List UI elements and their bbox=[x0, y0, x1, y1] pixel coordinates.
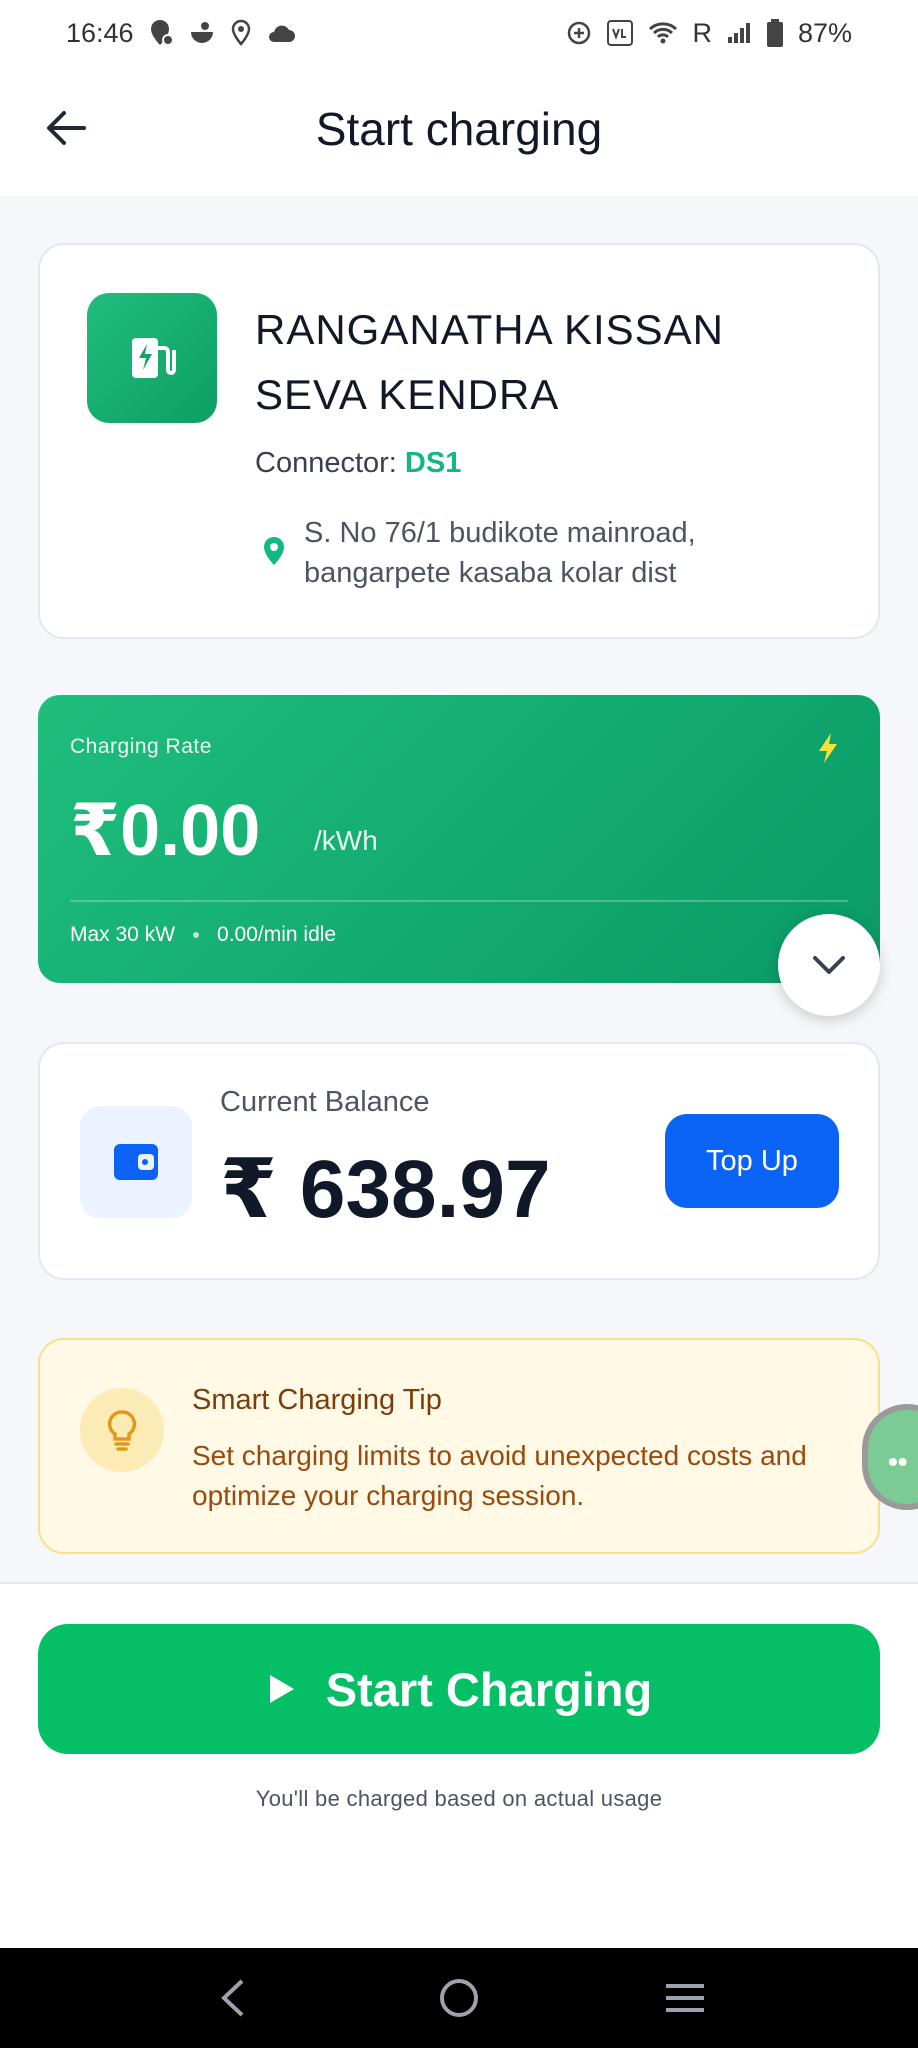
station-name: RANGANATHA KISSAN SEVA KENDRA bbox=[255, 306, 724, 418]
balance-card: Current Balance ₹ 638.97 Top Up bbox=[38, 1042, 880, 1280]
connector-info: Connector: DS1 bbox=[255, 447, 461, 480]
wallet-icon bbox=[80, 1106, 192, 1218]
nav-home-icon bbox=[440, 1979, 478, 2017]
data-saver-icon bbox=[566, 18, 592, 48]
bowl-icon bbox=[188, 18, 216, 48]
battery-icon bbox=[766, 18, 784, 48]
nav-recents-button[interactable] bbox=[645, 1958, 725, 2038]
station-card: RANGANATHA KISSAN SEVA KENDRA Connector:… bbox=[38, 243, 880, 639]
usage-note: You'll be charged based on actual usage bbox=[255, 1786, 663, 1811]
rate-label: Charging Rate bbox=[70, 735, 212, 758]
bottom-action-area: Start Charging You'll be charged based o… bbox=[0, 1582, 918, 1948]
more-dots-icon: •• bbox=[888, 1446, 908, 1477]
station-address: S. No 76/1 budikote mainroad, bangarpete… bbox=[304, 517, 696, 589]
location-outline-icon bbox=[230, 18, 252, 48]
start-charging-button[interactable]: Start Charging bbox=[38, 1624, 880, 1754]
start-charging-label: Start Charging bbox=[325, 1662, 653, 1716]
status-bar: 16:46 R 87% bbox=[0, 0, 918, 66]
signal-icon bbox=[726, 18, 752, 48]
charging-rate-card: Charging Rate ₹0.00 /kWh Max 30 kW 0.00/… bbox=[38, 695, 880, 983]
balance-label: Current Balance bbox=[220, 1086, 430, 1118]
rate-unit: /kWh bbox=[314, 825, 378, 856]
expand-rate-button[interactable] bbox=[778, 914, 880, 1016]
connector-label: Connector: bbox=[255, 447, 397, 479]
wifi-icon bbox=[648, 18, 678, 48]
location-alert-icon bbox=[148, 18, 174, 48]
page-title: Start charging bbox=[315, 103, 603, 155]
tip-text: Set charging limits to avoid unexpected … bbox=[192, 1440, 807, 1511]
tip-title: Smart Charging Tip bbox=[192, 1384, 442, 1416]
location-pin-icon bbox=[262, 535, 286, 593]
rate-divider bbox=[70, 900, 848, 902]
nav-menu-icon bbox=[666, 1984, 704, 2012]
cloud-icon bbox=[266, 18, 296, 48]
play-icon bbox=[269, 1675, 294, 1703]
address-row: S. No 76/1 budikote mainroad, bangarpete… bbox=[262, 513, 774, 593]
network-indicator: R bbox=[692, 17, 712, 48]
system-nav-bar bbox=[0, 1948, 918, 2048]
chevron-down-icon bbox=[813, 956, 845, 974]
battery-percent: 87% bbox=[797, 17, 852, 48]
smart-charging-tip: Smart Charging Tip Set charging limits t… bbox=[38, 1338, 880, 1554]
volte-icon bbox=[606, 18, 634, 48]
connector-value: DS1 bbox=[404, 447, 462, 479]
lightning-icon bbox=[816, 731, 840, 770]
idle-fee: 0.00/min idle bbox=[217, 923, 337, 946]
nav-home-button[interactable] bbox=[419, 1958, 499, 2038]
rate-details: Max 30 kW 0.00/min idle bbox=[70, 923, 336, 947]
status-time: 16:46 bbox=[66, 17, 134, 48]
ev-station-icon bbox=[87, 293, 217, 423]
top-up-button[interactable]: Top Up bbox=[665, 1114, 839, 1208]
nav-back-button[interactable] bbox=[193, 1958, 273, 2038]
separator-dot bbox=[193, 932, 200, 938]
balance-value: ₹ 638.97 bbox=[220, 1144, 551, 1235]
max-power: Max 30 kW bbox=[70, 923, 176, 946]
rate-value: ₹0.00 bbox=[70, 791, 261, 871]
app-bar: Start charging bbox=[0, 66, 918, 196]
nav-back-icon bbox=[221, 1979, 244, 2017]
lightbulb-icon bbox=[80, 1388, 164, 1472]
